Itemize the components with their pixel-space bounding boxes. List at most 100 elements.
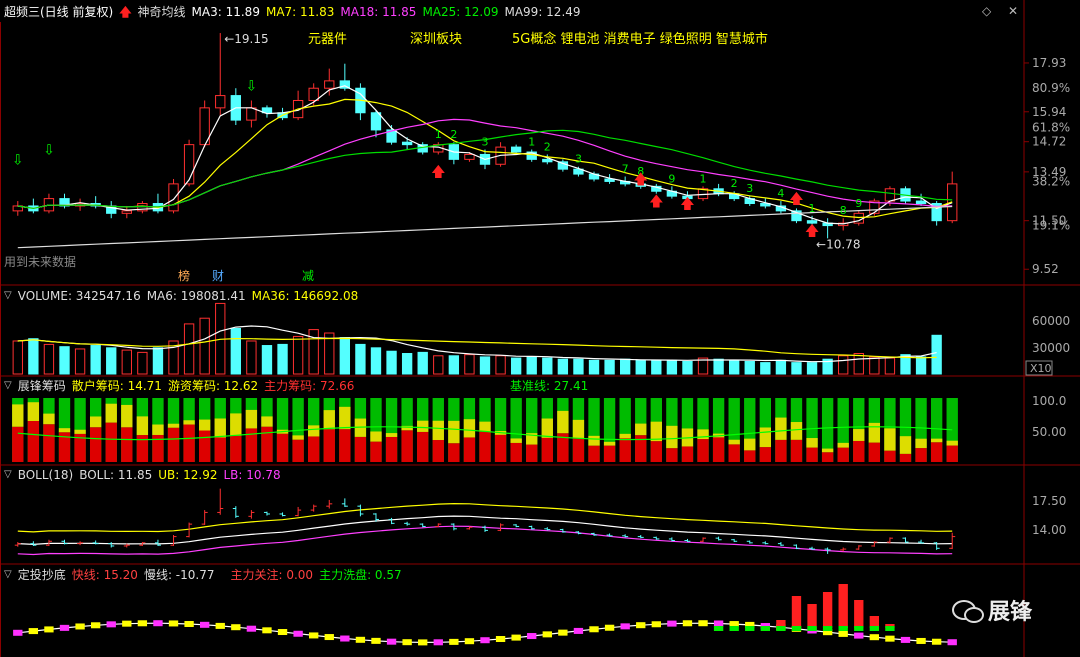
volume-bar [791,362,802,375]
volume-tick: 30000 [1032,341,1070,355]
hot-chip: 游资筹码: 12.62 [167,379,259,393]
chip-red [759,447,771,462]
chip-red [494,434,507,462]
seq-label: 3 [575,153,582,166]
volume-bar [106,347,117,375]
wechat-icon [952,598,984,623]
chip-red [588,445,600,462]
chip-yellow [448,420,460,444]
volume-header: ▽ VOLUME: 342547.16 MA6: 198081.41 MA36:… [4,287,364,305]
stock-name[interactable]: 超频三(日线 前复权) [4,3,113,21]
volume-bar [28,338,39,375]
volume-bar [510,357,522,375]
volume-bar [542,357,553,375]
chip-red [899,453,912,462]
volume-bar [230,327,241,375]
volume-bar [43,343,55,375]
wash-bar [776,626,786,631]
candle-body [510,146,522,153]
invest-marker [916,637,926,644]
chip-red [837,447,849,462]
invest-header: ▽ 定投抄底 快线: 15.20 慢线: -10.77 主力关注: 0.00 主… [4,566,408,584]
chip-red [417,431,429,462]
chip-red [448,443,460,462]
invest-marker [589,626,599,633]
invest-marker [231,624,241,631]
seq-label: 3 [746,182,753,195]
volume-bar [417,351,428,375]
diamond-icon[interactable]: ◇ [982,4,991,18]
volume-value: VOLUME: 342547.16 [17,289,141,303]
concept-tag[interactable]: 5G概念 锂电池 消费电子 绿色照明 智慧城市 [512,28,768,47]
wash-bar [854,626,864,631]
wash-bar [745,626,755,631]
wash-bar [713,626,724,631]
slow-line: 慢线: -10.77 [143,568,215,582]
collapse-icon[interactable]: ▽ [4,566,12,584]
event-label: 财 [212,269,224,283]
volume-ma36: MA36: 146692.08 [251,289,359,303]
invest-marker [542,631,552,638]
wash-bar [885,626,895,631]
chip-yellow [868,422,881,443]
chip-yellow [214,418,226,438]
chip-red [199,430,211,462]
chip-red [323,429,335,462]
invest-marker [418,639,428,646]
chip-red [308,436,320,462]
wash-bar [807,626,817,631]
volume-bar [355,343,366,375]
chip-red [806,447,818,462]
volume-bar [588,359,600,375]
volume-bar [90,345,101,375]
volume-unit: X10 [1030,362,1052,375]
invest-marker [573,627,584,634]
percent-tick: 38.2% [1032,174,1070,188]
invest-marker [604,624,615,631]
volume-bar [853,353,864,375]
indicator-name[interactable]: 神奇均线 [138,3,186,21]
sell-arrow-icon: ⇩ [12,152,24,168]
invest-marker [13,629,23,636]
close-icon[interactable]: ✕ [1008,4,1018,18]
volume-bar [557,358,569,375]
seq-label: 3 [482,136,489,149]
wash-bar [729,626,739,631]
invest-marker [371,637,381,644]
candle-body [183,144,195,185]
chip-yellow [308,425,320,437]
invest-marker [44,626,54,633]
buy-arrow-icon: 🡅 [431,165,445,181]
ma99-value: MA99: 12.49 [504,5,581,19]
chip-yellow [884,428,896,451]
chip-yellow [292,435,304,440]
chip-yellow [370,431,382,442]
chip-red [479,431,491,462]
chip-yellow [541,418,553,438]
volume-bar [931,334,942,375]
chart-canvas[interactable]: 17.9315.9414.7213.4911.509.5280.9%61.8%3… [0,0,1080,657]
volume-bar [59,346,70,375]
volume-bar [199,317,210,375]
collapse-icon[interactable]: ▽ [4,377,12,395]
chip-yellow [588,435,600,446]
stock-chart-window[interactable]: 17.93 15.94 14.72 13.49 11.50 9.52 80.9% 61.8% 3… [0,0,1080,657]
collapse-icon[interactable]: ▽ [4,287,12,305]
chip-red [354,436,367,462]
chip-red [230,435,242,462]
up-arrow-icon: 🡅 [119,5,132,19]
chip-yellow [27,402,40,422]
volume-bar [666,359,678,375]
chip-yellow [510,438,522,443]
chip-yellow [806,438,818,448]
volume-ma6: MA6: 198081.41 [146,289,246,303]
invest-marker [449,638,459,645]
chip-yellow [385,433,398,437]
collapse-icon[interactable]: ▽ [4,466,12,484]
volume-bar [729,359,740,375]
sell-arrow-icon: ⇩ [246,79,258,95]
concept-tag[interactable]: 元器件 [308,28,347,47]
chip-yellow [105,403,117,423]
chip-red [541,437,553,462]
concept-tag[interactable]: 深圳板块 [410,28,462,47]
